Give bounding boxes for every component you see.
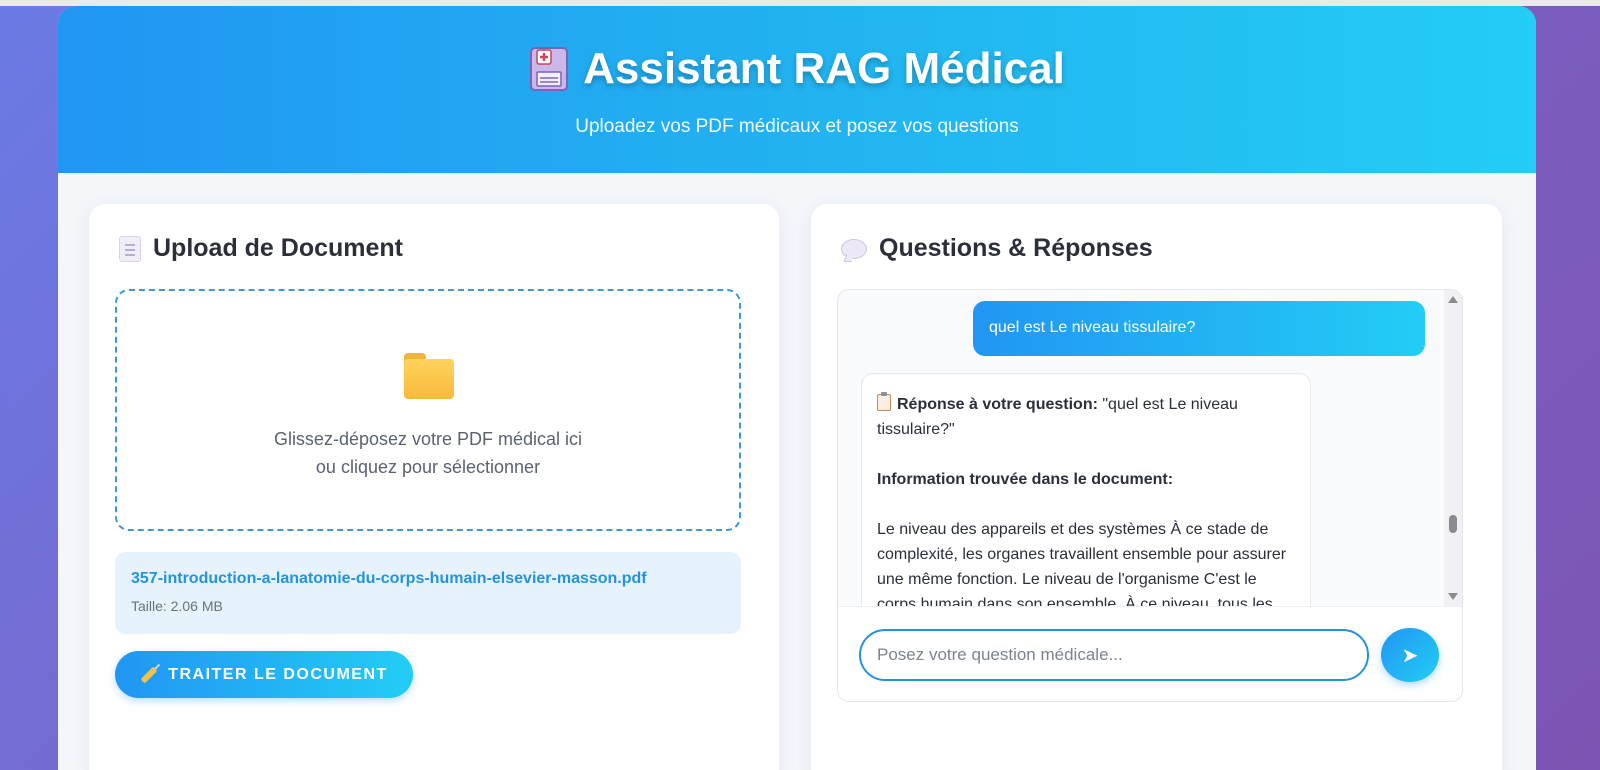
message-list[interactable]: quel est Le niveau tissulaire? Réponse à… <box>838 290 1446 606</box>
bot-response-header: Réponse à votre question: "quel est Le n… <box>877 392 1295 442</box>
speech-bubble-icon <box>841 238 867 259</box>
scroll-down-arrow-icon[interactable] <box>1448 593 1458 600</box>
dropzone-line-1: Glissez-déposez votre PDF médical ici <box>273 429 583 449</box>
app-title-row: Assistant RAG Médical <box>58 6 1536 94</box>
scroll-up-arrow-icon[interactable] <box>1448 296 1458 303</box>
app-title: Assistant RAG Médical <box>583 44 1065 93</box>
pdf-dropzone[interactable]: Glissez-déposez votre PDF médical ici ou… <box>115 289 741 531</box>
file-size: Taille: 2.06 MB <box>131 598 223 614</box>
process-button-label: TRAITER LE DOCUMENT <box>168 665 388 683</box>
app-container: Assistant RAG Médical Uploadez vos PDF m… <box>58 6 1536 770</box>
upload-panel-title: Upload de Document <box>119 234 403 263</box>
chat-box: quel est Le niveau tissulaire? Réponse à… <box>837 289 1463 702</box>
upload-panel: Upload de Document Glissez-déposez votre… <box>89 204 779 770</box>
scroll-thumb[interactable] <box>1449 515 1457 533</box>
process-document-button[interactable]: TRAITER LE DOCUMENT <box>115 651 413 698</box>
bot-message: Réponse à votre question: "quel est Le n… <box>861 373 1311 606</box>
bot-answer-text: Le niveau des appareils et des systèmes … <box>877 521 1287 606</box>
question-input-row: ➤ <box>838 606 1462 701</box>
syringe-icon <box>140 666 158 683</box>
qa-panel-title: Questions & Réponses <box>841 234 1153 263</box>
file-name: 357-introduction-a-lanatomie-du-corps-hu… <box>131 570 647 587</box>
selected-file-info: 357-introduction-a-lanatomie-du-corps-hu… <box>115 552 741 634</box>
clipboard-icon <box>877 392 891 411</box>
dropzone-text: Glissez-déposez votre PDF médical ici ou… <box>117 425 739 481</box>
chat-scrollbar[interactable] <box>1444 290 1462 606</box>
folder-icon <box>404 353 454 399</box>
bot-response-label: Réponse à votre question: <box>897 396 1098 413</box>
document-icon <box>119 235 141 262</box>
floppy-disk-icon <box>529 46 569 92</box>
bot-found-label: Information trouvée dans le document: <box>877 471 1174 488</box>
upload-title-text: Upload de Document <box>153 234 404 262</box>
qa-panel: Questions & Réponses quel est Le niveau … <box>811 204 1502 770</box>
header: Assistant RAG Médical Uploadez vos PDF m… <box>58 6 1536 173</box>
app-subtitle: Uploadez vos PDF médicaux et posez vos q… <box>575 116 1019 137</box>
send-button[interactable]: ➤ <box>1381 628 1439 682</box>
qa-title-text: Questions & Réponses <box>879 234 1153 262</box>
user-message: quel est Le niveau tissulaire? <box>973 301 1425 356</box>
question-input[interactable] <box>859 629 1369 681</box>
dropzone-line-2: ou cliquez pour sélectionner <box>315 457 541 477</box>
